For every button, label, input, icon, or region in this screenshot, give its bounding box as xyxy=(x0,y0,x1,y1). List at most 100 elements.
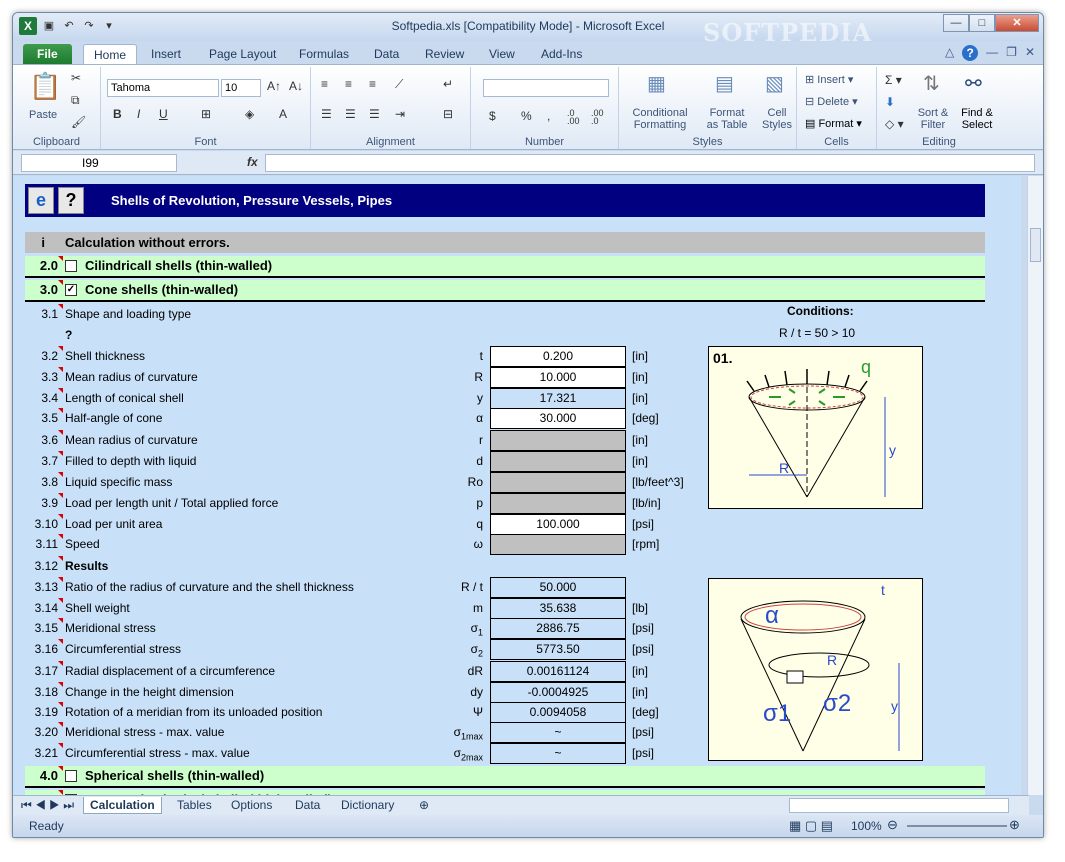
row-label: Shell thickness xyxy=(65,349,146,363)
section-checkbox[interactable] xyxy=(65,260,77,272)
align-left-icon[interactable]: ☰ xyxy=(321,107,332,121)
tab-insert[interactable]: Insert xyxy=(141,44,191,65)
value-cell[interactable]: 100.000 xyxy=(490,514,626,535)
row-unit: [psi] xyxy=(632,746,655,760)
wrap-text-icon[interactable]: ↵ xyxy=(443,77,453,91)
conditional-formatting-label[interactable]: Conditional Formatting xyxy=(625,107,695,131)
insert-sheet-icon[interactable]: ⊕ xyxy=(419,797,429,814)
insert-function-icon[interactable]: fx xyxy=(247,155,258,169)
indent-icon[interactable]: ⇥ xyxy=(395,107,405,121)
help-button-icon[interactable]: ? xyxy=(58,187,84,214)
minimize-button[interactable]: — xyxy=(943,14,969,32)
borders-icon[interactable]: ⊞ xyxy=(201,107,211,121)
paste-label[interactable]: Paste xyxy=(29,109,57,121)
cell-styles-icon[interactable]: ▧ xyxy=(765,71,784,96)
format-as-table-icon[interactable]: ▤ xyxy=(715,71,734,96)
row-unit: [lb/in] xyxy=(632,496,661,510)
page-view-icons[interactable]: ▦ ▢ ▤ xyxy=(789,818,833,834)
value-cell[interactable]: 30.000 xyxy=(490,408,626,429)
tab-view[interactable]: View xyxy=(479,44,525,65)
decrease-decimal-icon[interactable]: .00 .0 xyxy=(591,109,611,126)
number-format-combo[interactable] xyxy=(483,79,609,97)
vertical-scrollbar[interactable] xyxy=(1027,176,1043,795)
fill-color-icon[interactable]: ◈ xyxy=(245,107,254,121)
maximize-button[interactable]: □ xyxy=(969,14,995,32)
conditional-formatting-icon[interactable]: ▦ xyxy=(647,71,666,96)
section-checkbox[interactable] xyxy=(65,770,77,782)
currency-icon[interactable]: $ xyxy=(489,109,496,123)
sheet-tab-options[interactable]: Options xyxy=(231,797,272,814)
sort-filter-label[interactable]: Sort & Filter xyxy=(915,107,951,131)
help-icon[interactable]: ? xyxy=(962,45,979,61)
comma-icon[interactable]: , xyxy=(547,109,550,123)
format-cells-button[interactable]: ▤ Format ▾ xyxy=(805,117,862,130)
sheet-nav-icon[interactable]: ⏮ ◀ ▶ ⏭ xyxy=(21,797,74,814)
align-right-icon[interactable]: ☰ xyxy=(369,107,380,121)
shrink-font-icon[interactable]: A↓ xyxy=(289,79,303,93)
worksheet[interactable]: e ? Shells of Revolution, Pressure Vesse… xyxy=(13,176,1021,795)
tab-data[interactable]: Data xyxy=(364,44,409,65)
tab-page-layout[interactable]: Page Layout xyxy=(199,44,286,65)
sort-filter-icon[interactable]: ⇅ xyxy=(923,71,940,96)
font-color-icon[interactable]: A xyxy=(279,107,287,121)
clear-icon[interactable]: ◇ ▾ xyxy=(885,117,904,131)
font-name-combo[interactable]: Tahoma xyxy=(107,79,219,97)
workbook-minimize-icon[interactable]: — xyxy=(986,45,998,61)
zoom-level[interactable]: 100% xyxy=(851,819,882,833)
value-cell: 35.638 xyxy=(490,598,626,619)
workbook-restore-icon[interactable]: ❐ xyxy=(1006,45,1017,61)
font-size-combo[interactable]: 10 xyxy=(221,79,261,97)
format-painter-icon[interactable]: 🖌 xyxy=(71,115,86,129)
tab-formulas[interactable]: Formulas xyxy=(289,44,359,65)
copy-icon[interactable]: ⧉ xyxy=(71,93,80,108)
ribbon: 📋 Paste ✂ ⧉ 🖌 Clipboard Tahoma 10 A↑ A↓ … xyxy=(13,64,1043,150)
horizontal-scrollbar[interactable] xyxy=(789,798,1009,813)
internet-explorer-icon[interactable]: e xyxy=(28,187,54,214)
sheet-tab-dictionary[interactable]: Dictionary xyxy=(341,797,394,814)
grow-font-icon[interactable]: A↑ xyxy=(267,79,281,93)
value-cell[interactable]: 0.200 xyxy=(490,346,626,367)
paste-icon[interactable]: 📋 xyxy=(29,71,61,102)
align-top-icon[interactable]: ≡ xyxy=(321,77,328,91)
merge-center-icon[interactable]: ⊟ xyxy=(443,107,453,121)
close-button[interactable]: ✕ xyxy=(995,14,1039,32)
tab-file[interactable]: File xyxy=(23,44,72,65)
align-center-icon[interactable]: ☰ xyxy=(345,107,356,121)
tab-home[interactable]: Home xyxy=(83,44,138,65)
formula-input[interactable] xyxy=(265,154,1035,172)
find-select-icon[interactable]: ⚯ xyxy=(965,71,982,96)
minimize-ribbon-icon[interactable]: △ xyxy=(945,45,954,61)
zoom-in-icon[interactable]: ⊕ xyxy=(1009,817,1020,833)
comment-indicator xyxy=(58,639,63,644)
cut-icon[interactable]: ✂ xyxy=(71,71,81,85)
delete-cells-button[interactable]: ⊟ Delete ▾ xyxy=(805,95,858,108)
insert-cells-button[interactable]: ⊞ Insert ▾ xyxy=(805,73,853,86)
italic-icon[interactable]: I xyxy=(137,107,140,121)
tab-review[interactable]: Review xyxy=(415,44,474,65)
sheet-tab-tables[interactable]: Tables xyxy=(177,797,212,814)
cell-styles-label[interactable]: Cell Styles xyxy=(757,107,797,131)
value-cell[interactable]: 10.000 xyxy=(490,367,626,388)
orientation-icon[interactable]: ⟋ xyxy=(395,77,403,92)
fill-icon[interactable]: ⬇ xyxy=(885,95,895,109)
align-middle-icon[interactable]: ≡ xyxy=(345,77,352,91)
vertical-scroll-thumb[interactable] xyxy=(1030,228,1041,262)
format-as-table-label[interactable]: Format as Table xyxy=(699,107,755,131)
bold-icon[interactable]: B xyxy=(113,107,122,121)
workbook-close-icon[interactable]: ✕ xyxy=(1025,45,1035,61)
zoom-out-icon[interactable]: ⊖ xyxy=(887,817,898,833)
sheet-tab-data[interactable]: Data xyxy=(295,797,320,814)
name-box[interactable]: I99 xyxy=(21,154,177,172)
row-num: 3.19 xyxy=(34,705,58,719)
increase-decimal-icon[interactable]: .0 .00 xyxy=(567,109,587,126)
section-checkbox[interactable]: ✓ xyxy=(65,284,77,296)
sheet-tab-calculation[interactable]: Calculation xyxy=(83,797,162,814)
zoom-slider[interactable] xyxy=(907,825,1007,827)
percent-icon[interactable]: % xyxy=(521,109,532,123)
find-select-label[interactable]: Find & Select xyxy=(955,107,999,131)
underline-icon[interactable]: U xyxy=(159,107,168,121)
row-num: 3.20 xyxy=(34,725,58,739)
autosum-icon[interactable]: Σ ▾ xyxy=(885,73,902,87)
align-bottom-icon[interactable]: ≡ xyxy=(369,77,376,91)
tab-add-ins[interactable]: Add-Ins xyxy=(531,44,592,65)
